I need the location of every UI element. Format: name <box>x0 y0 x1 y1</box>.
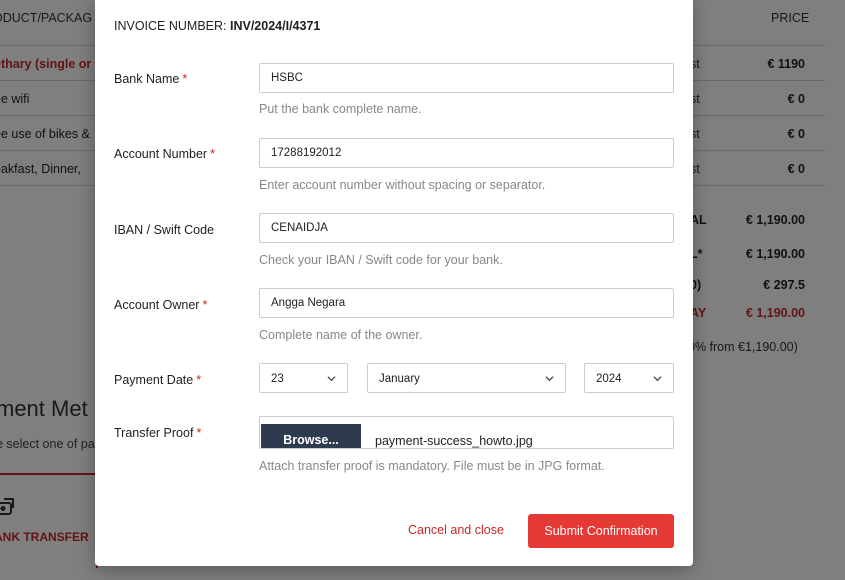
payment-year-value: 2024 <box>596 373 622 385</box>
payment-month-select[interactable]: January <box>367 363 566 393</box>
cancel-and-close-button[interactable]: Cancel and close <box>408 523 504 537</box>
payment-date-label: Payment Date * <box>114 373 201 387</box>
transfer-proof-label: Transfer Proof * <box>114 426 201 440</box>
account-number-label: Account Number * <box>114 147 215 161</box>
account-number-input[interactable] <box>259 138 674 168</box>
bank-name-input[interactable] <box>259 63 674 93</box>
browse-button[interactable]: Browse... <box>261 424 361 448</box>
account-number-help: Enter account number without spacing or … <box>259 178 546 192</box>
iban-help: Check your IBAN / Swift code for your ba… <box>259 253 503 267</box>
iban-swift-input[interactable] <box>259 213 674 243</box>
transfer-proof-file-input[interactable]: Browse... payment-success_howto.jpg <box>259 416 674 449</box>
payment-day-value: 23 <box>271 373 284 385</box>
payment-day-select[interactable]: 23 <box>259 363 348 393</box>
required-marker: * <box>182 72 188 86</box>
payment-confirmation-modal: INVOICE NUMBER: INV/2024/I/4371 Bank Nam… <box>95 0 693 566</box>
chevron-down-icon <box>545 376 554 382</box>
account-number-label-text: Account Number <box>114 147 208 161</box>
account-owner-input[interactable] <box>259 288 674 318</box>
chevron-down-icon <box>653 376 662 382</box>
required-marker: * <box>196 373 202 387</box>
required-marker: * <box>210 147 215 161</box>
payment-date-label-text: Payment Date <box>114 373 194 387</box>
account-owner-label: Account Owner * <box>114 298 207 312</box>
selected-file-name: payment-success_howto.jpg <box>375 434 533 448</box>
submit-confirmation-button[interactable]: Submit Confirmation <box>528 514 674 548</box>
account-owner-help: Complete name of the owner. <box>259 328 423 342</box>
bank-name-help: Put the bank complete name. <box>259 102 422 116</box>
required-marker: * <box>202 298 208 312</box>
account-owner-label-text: Account Owner <box>114 298 200 312</box>
chevron-down-icon <box>327 376 336 382</box>
transfer-proof-help: Attach transfer proof is mandatory. File… <box>259 459 605 473</box>
bank-name-label: Bank Name * <box>114 72 187 86</box>
invoice-number-value: INV/2024/I/4371 <box>230 19 321 33</box>
required-marker: * <box>196 426 202 440</box>
invoice-number-label: INVOICE NUMBER: <box>114 19 227 33</box>
invoice-number: INVOICE NUMBER: INV/2024/I/4371 <box>114 19 320 33</box>
transfer-proof-label-text: Transfer Proof <box>114 426 194 440</box>
iban-label: IBAN / Swift Code <box>114 223 215 237</box>
bank-name-label-text: Bank Name <box>114 72 180 86</box>
payment-year-select[interactable]: 2024 <box>584 363 674 393</box>
payment-month-value: January <box>379 373 420 385</box>
